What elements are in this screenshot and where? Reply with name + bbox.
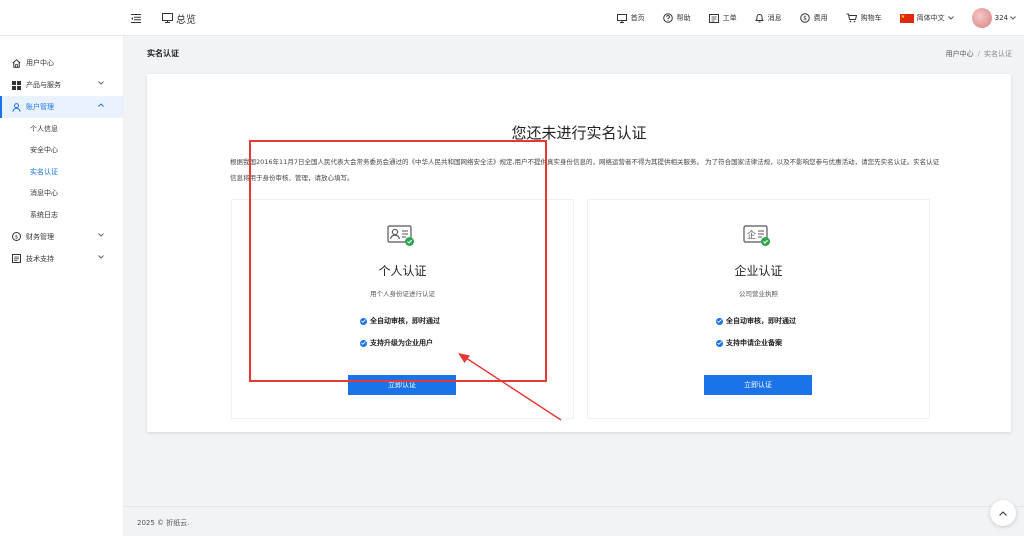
footer: 2025 © 折纸云. xyxy=(124,506,1024,536)
feature-label: 全自动审核，即时通过 xyxy=(370,317,440,325)
enterprise-verify-button[interactable]: 立即认证 xyxy=(704,375,812,395)
enterprise-option-title: 企业认证 xyxy=(734,264,783,278)
cart-icon xyxy=(846,13,857,23)
back-to-top-button[interactable] xyxy=(990,500,1016,526)
grid-icon xyxy=(12,80,21,90)
svg-text:$: $ xyxy=(15,235,19,241)
home-link[interactable]: 首页 xyxy=(616,13,645,23)
avatar xyxy=(971,8,992,28)
cart-link[interactable]: 购物车 xyxy=(846,13,882,23)
china-flag-icon xyxy=(899,13,914,23)
chevron-up-icon xyxy=(999,510,1007,516)
sidebar-subitem-profile[interactable]: 个人信息 xyxy=(0,118,123,140)
verification-heading: 您还未进行实名认证 xyxy=(511,124,647,142)
user-icon xyxy=(12,102,21,112)
chevron-down-icon xyxy=(947,16,954,20)
user-menu[interactable]: 324 xyxy=(971,8,1016,28)
ticket-link[interactable]: 工单 xyxy=(708,13,737,23)
feature-label: 全自动审核，即时通过 xyxy=(726,317,796,325)
dollar-icon: $ xyxy=(12,232,21,241)
overview-label: 总览 xyxy=(176,14,196,26)
copyright-text: 2025 © 折纸云. xyxy=(137,519,190,527)
top-bar: 总览 首页 帮助 工单 消息 $ 费用 购物车 简体中文 xyxy=(0,0,1024,36)
business-license-icon: 企 xyxy=(743,225,770,246)
ticket-label: 工单 xyxy=(722,14,737,22)
enterprise-option-subtitle: 公司营业执照 xyxy=(739,290,778,298)
chevron-down-icon xyxy=(1010,16,1016,20)
help-icon xyxy=(662,13,673,23)
sidebar-item-label: 用户中心 xyxy=(26,59,54,67)
user-name: 324 xyxy=(994,14,1008,22)
enterprise-verification-option: 企 企业认证 公司营业执照 全自动审核，即时通过 支持申请企业备案 立即认证 xyxy=(587,199,930,419)
bell-icon xyxy=(754,14,764,23)
svg-text:企: 企 xyxy=(747,229,756,241)
sidebar-item-label: 财务管理 xyxy=(26,232,54,241)
breadcrumb: 用户中心 / 实名认证 xyxy=(946,49,1012,59)
monitor-icon xyxy=(616,13,627,23)
sidebar-item-products[interactable]: 产品与服务 xyxy=(0,74,123,96)
sidebar-subitem-security[interactable]: 安全中心 xyxy=(0,140,123,162)
menu-collapse-icon[interactable] xyxy=(130,12,142,24)
sidebar-item-label: 产品与服务 xyxy=(26,81,61,89)
enterprise-feature-item: 支持申请企业备案 xyxy=(716,338,782,348)
sidebar-subitem-logs[interactable]: 系统日志 xyxy=(0,204,123,226)
sidebar-item-user-center[interactable]: 用户中心 xyxy=(0,52,123,74)
page-header: 实名认证 用户中心 / 实名认证 xyxy=(124,36,1024,72)
language-label: 简体中文 xyxy=(916,14,945,22)
sidebar-item-label: 账户管理 xyxy=(26,103,54,111)
personal-feature-item: 支持升级为企业用户 xyxy=(360,338,433,348)
message-label: 消息 xyxy=(767,14,782,22)
check-circle-icon xyxy=(360,339,367,347)
feature-label: 支持申请企业备案 xyxy=(726,339,782,347)
home-icon xyxy=(12,58,21,68)
ticket-icon xyxy=(708,13,719,23)
check-circle-icon xyxy=(360,317,367,325)
sidebar-item-account[interactable]: 账户管理 xyxy=(0,96,123,118)
cart-label: 购物车 xyxy=(860,14,882,22)
overview-link[interactable]: 总览 xyxy=(162,11,196,26)
feature-label: 支持升级为企业用户 xyxy=(370,339,433,347)
personal-verify-button[interactable]: 立即认证 xyxy=(348,375,456,395)
check-circle-icon xyxy=(716,317,723,325)
sidebar-subitem-verification[interactable]: 实名认证 xyxy=(0,161,123,183)
sidebar-item-label: 技术支持 xyxy=(26,254,54,263)
verification-card: 您还未进行实名认证 根据我国2016年11月7日全国人民代表大会常务委员会通过的… xyxy=(147,74,1011,432)
chevron-up-icon xyxy=(98,103,104,107)
personal-option-title: 个人认证 xyxy=(378,264,427,278)
breadcrumb-current: 实名认证 xyxy=(984,50,1012,58)
enterprise-feature-item: 全自动审核，即时通过 xyxy=(716,316,796,326)
personal-feature-item: 全自动审核，即时通过 xyxy=(360,316,440,326)
document-icon xyxy=(12,254,21,263)
check-circle-icon xyxy=(716,339,723,347)
personal-option-subtitle: 用个人身份证进行认证 xyxy=(370,290,435,298)
language-selector[interactable]: 简体中文 xyxy=(899,13,954,23)
monitor-icon xyxy=(162,13,173,23)
breadcrumb-separator: / xyxy=(977,50,980,58)
billing-link[interactable]: $ 费用 xyxy=(799,13,828,23)
dollar-icon: $ xyxy=(799,13,810,23)
message-link[interactable]: 消息 xyxy=(754,13,782,23)
main-content: 实名认证 用户中心 / 实名认证 您还未进行实名认证 根据我国2016年11月7日全… xyxy=(124,36,1024,506)
help-label: 帮助 xyxy=(676,14,691,22)
help-link[interactable]: 帮助 xyxy=(662,13,691,23)
chevron-down-icon xyxy=(98,232,104,237)
sidebar-item-support[interactable]: 技术支持 xyxy=(0,248,123,270)
home-label: 首页 xyxy=(630,14,645,22)
sidebar-item-finance[interactable]: $ 财务管理 xyxy=(0,226,123,248)
sidebar: 用户中心 产品与服务 账户管理 个人信息 安全中心 实名认证 消息中心 系统日志… xyxy=(0,36,124,536)
legal-notice: 根据我国2016年11月7日全国人民代表大会常务委员会通过的《中华人民共和国网络… xyxy=(230,158,940,182)
billing-label: 费用 xyxy=(813,14,828,22)
svg-text:$: $ xyxy=(803,15,807,22)
chevron-down-icon xyxy=(98,254,104,259)
id-card-icon xyxy=(387,225,414,246)
page-title: 实名认证 xyxy=(147,49,179,58)
chevron-down-icon xyxy=(98,81,104,85)
personal-verification-option: 个人认证 用个人身份证进行认证 全自动审核，即时通过 支持升级为企业用户 立即认… xyxy=(231,199,574,419)
breadcrumb-link-user-center[interactable]: 用户中心 xyxy=(946,50,974,58)
sidebar-subitem-messages[interactable]: 消息中心 xyxy=(0,183,123,205)
